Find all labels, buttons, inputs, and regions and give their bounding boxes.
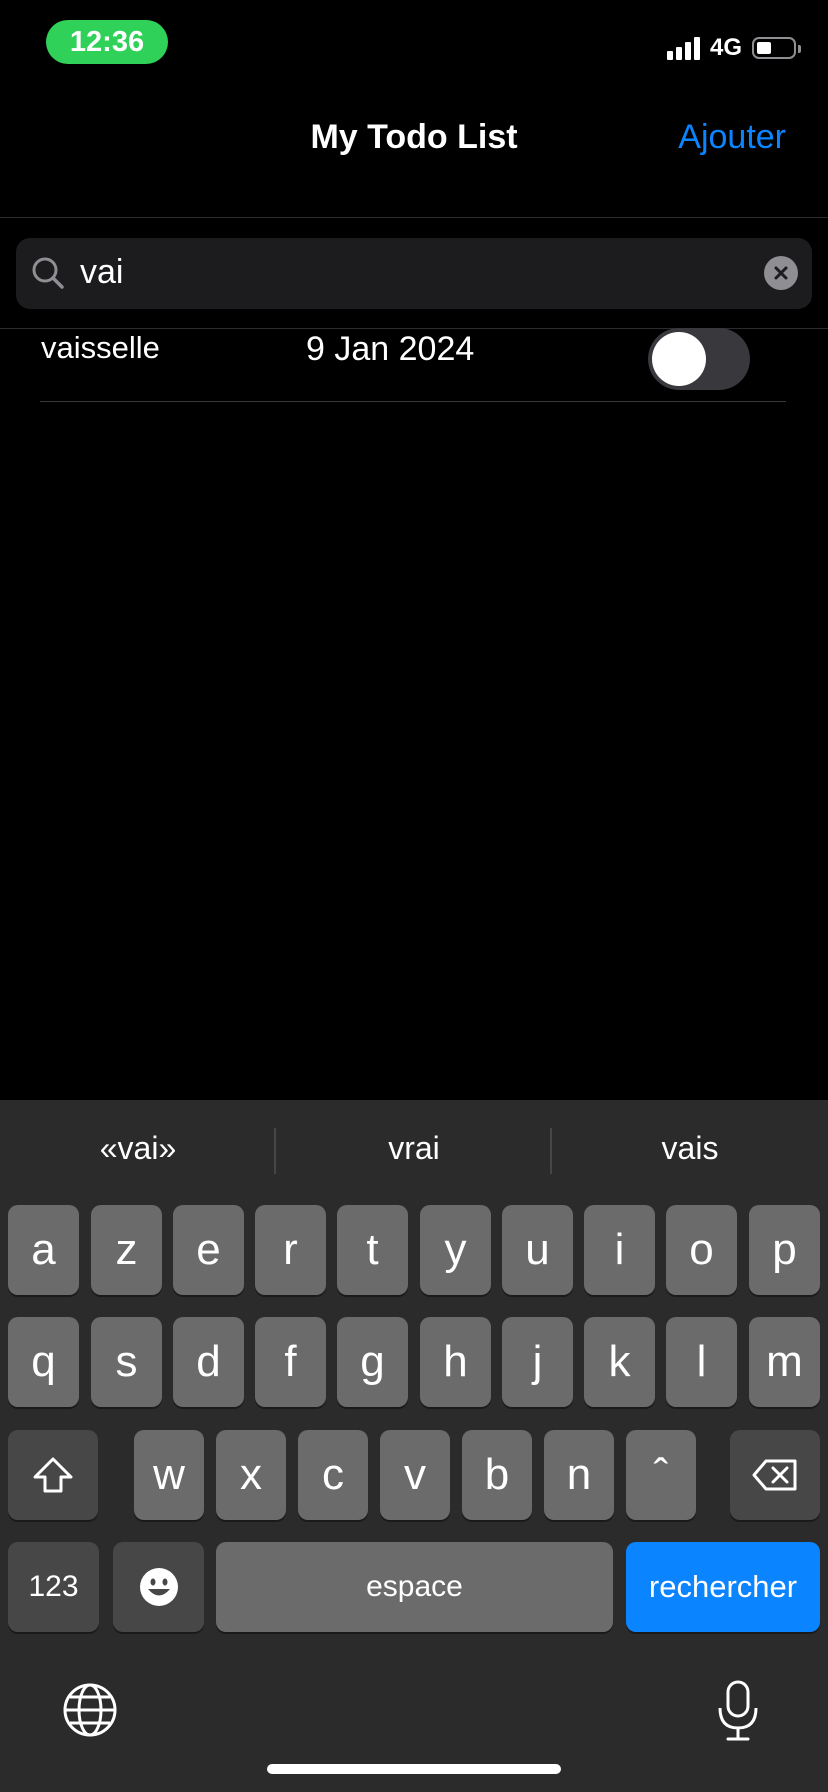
- key-a[interactable]: a: [8, 1205, 79, 1295]
- numbers-key[interactable]: 123: [8, 1542, 99, 1632]
- microphone-icon[interactable]: [716, 1680, 760, 1742]
- key-z[interactable]: z: [91, 1205, 162, 1295]
- key-c[interactable]: c: [298, 1430, 368, 1520]
- key-o[interactable]: o: [666, 1205, 737, 1295]
- key-r[interactable]: r: [255, 1205, 326, 1295]
- globe-icon[interactable]: [62, 1682, 118, 1738]
- key-circumflex[interactable]: ˆ: [626, 1430, 696, 1520]
- suggestion-3[interactable]: vais: [552, 1130, 828, 1167]
- search-return-key[interactable]: rechercher: [626, 1542, 820, 1632]
- key-e[interactable]: e: [173, 1205, 244, 1295]
- key-n[interactable]: n: [544, 1430, 614, 1520]
- key-v[interactable]: v: [380, 1430, 450, 1520]
- suggestion-2[interactable]: vrai: [276, 1130, 552, 1167]
- toggle-knob: [652, 332, 706, 386]
- key-m[interactable]: m: [749, 1317, 820, 1407]
- key-p[interactable]: p: [749, 1205, 820, 1295]
- key-u[interactable]: u: [502, 1205, 573, 1295]
- key-y[interactable]: y: [420, 1205, 491, 1295]
- key-f[interactable]: f: [255, 1317, 326, 1407]
- delete-key[interactable]: [730, 1430, 820, 1520]
- status-indicators: 4G: [666, 34, 801, 62]
- key-k[interactable]: k: [584, 1317, 655, 1407]
- key-d[interactable]: d: [173, 1317, 244, 1407]
- suggestion-1[interactable]: «vai»: [0, 1130, 276, 1167]
- emoji-key[interactable]: [113, 1542, 204, 1632]
- todo-title: vaisselle: [41, 330, 160, 365]
- delete-icon: [752, 1459, 797, 1491]
- key-q[interactable]: q: [8, 1317, 79, 1407]
- cellular-signal-icon: [666, 36, 700, 60]
- shift-icon: [33, 1457, 73, 1493]
- key-l[interactable]: l: [666, 1317, 737, 1407]
- network-type: 4G: [709, 34, 742, 61]
- key-x[interactable]: x: [216, 1430, 286, 1520]
- search-input[interactable]: vai: [80, 253, 123, 292]
- emoji-icon: [139, 1568, 178, 1606]
- status-time: 12:36: [46, 20, 168, 64]
- key-t[interactable]: t: [337, 1205, 408, 1295]
- key-w[interactable]: w: [134, 1430, 204, 1520]
- row-divider: [40, 401, 786, 402]
- search-icon: [32, 257, 64, 289]
- suggestion-bar: «vai» vrai vais: [0, 1100, 828, 1198]
- add-button[interactable]: Ajouter: [678, 118, 786, 157]
- clear-icon[interactable]: [764, 256, 798, 290]
- key-j[interactable]: j: [502, 1317, 573, 1407]
- key-i[interactable]: i: [584, 1205, 655, 1295]
- key-s[interactable]: s: [91, 1317, 162, 1407]
- done-toggle[interactable]: [648, 328, 750, 390]
- key-g[interactable]: g: [337, 1317, 408, 1407]
- home-indicator: [267, 1764, 561, 1774]
- shift-key[interactable]: [8, 1430, 98, 1520]
- key-h[interactable]: h: [420, 1317, 491, 1407]
- key-b[interactable]: b: [462, 1430, 532, 1520]
- keyboard: «vai» vrai vais a z e r t y u i o p q s …: [0, 1100, 828, 1792]
- nav-divider: [0, 217, 828, 218]
- search-field[interactable]: vai: [16, 238, 812, 309]
- list-item[interactable]: vaisselle 9 Jan 2024: [40, 328, 786, 401]
- battery-icon: [752, 37, 801, 59]
- todo-date: 9 Jan 2024: [306, 330, 475, 368]
- space-key[interactable]: espace: [216, 1542, 613, 1632]
